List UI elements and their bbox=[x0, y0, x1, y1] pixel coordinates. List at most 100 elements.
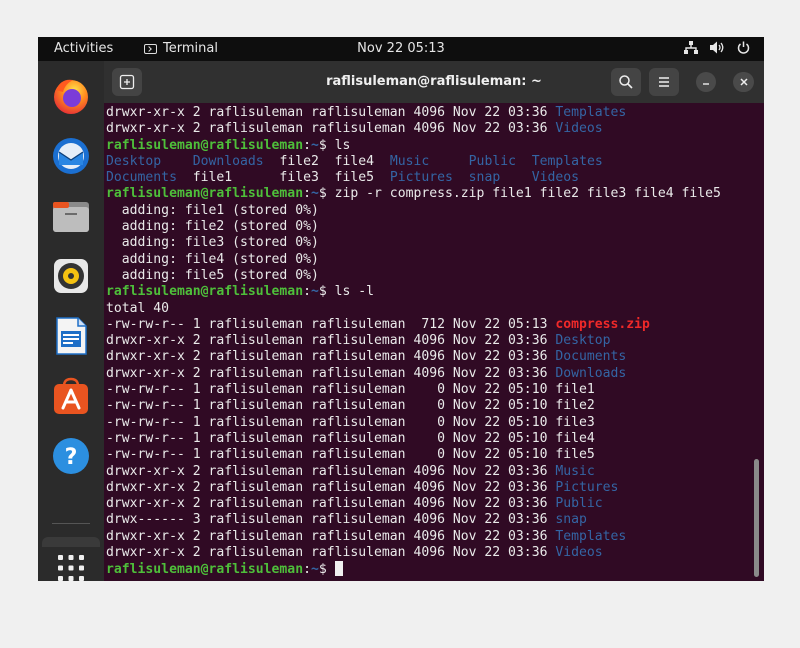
dock-help[interactable]: ? bbox=[50, 435, 92, 477]
terminal-text: : bbox=[303, 284, 311, 300]
terminal-icon bbox=[144, 43, 157, 54]
window-titlebar[interactable]: raflisuleman@raflisuleman: ~ bbox=[104, 61, 764, 103]
dock-thunderbird[interactable] bbox=[50, 135, 92, 177]
libreoffice-writer-icon bbox=[56, 317, 87, 355]
terminal-text: $ bbox=[318, 562, 335, 578]
prompt-path: ~ bbox=[310, 137, 319, 153]
dock-app-center[interactable] bbox=[50, 375, 92, 417]
files-icon bbox=[53, 202, 89, 232]
terminal-line: raflisuleman@raflisuleman:~$ bbox=[106, 561, 746, 577]
minimize-button[interactable] bbox=[696, 72, 716, 92]
terminal-line: -rw-rw-r-- 1 raflisuleman raflisuleman 7… bbox=[106, 317, 746, 333]
help-icon: ? bbox=[53, 438, 89, 474]
prompt-path: ~ bbox=[310, 186, 319, 202]
terminal-line: raflisuleman@raflisuleman:~$ zip -r comp… bbox=[106, 186, 746, 202]
power-icon bbox=[737, 41, 750, 54]
directory-name: Desktop bbox=[106, 153, 162, 169]
app-center-icon bbox=[54, 377, 88, 414]
terminal-text: -rw-rw-r-- 1 raflisuleman raflisuleman 0… bbox=[106, 414, 595, 430]
terminal-text: adding: file2 (stored 0%) bbox=[106, 219, 319, 235]
text-cursor bbox=[334, 561, 343, 577]
terminal-text: drwxr-xr-x 2 raflisuleman raflisuleman 4… bbox=[106, 528, 556, 544]
terminal-line: adding: file3 (stored 0%) bbox=[106, 235, 746, 251]
terminal-line: drwxr-xr-x 2 raflisuleman raflisuleman 4… bbox=[106, 480, 746, 496]
dock-separator bbox=[52, 523, 90, 524]
thunderbird-icon bbox=[53, 138, 89, 174]
terminal-text: drwxr-xr-x 2 raflisuleman raflisuleman 4… bbox=[106, 545, 556, 561]
terminal-text: $ ls bbox=[318, 137, 351, 153]
dock-rhythmbox[interactable] bbox=[50, 255, 92, 297]
directory-name: Desktop bbox=[555, 333, 611, 349]
search-button[interactable] bbox=[611, 68, 641, 96]
close-button[interactable] bbox=[734, 72, 754, 92]
prompt-user: raflisuleman@raflisuleman bbox=[106, 284, 304, 300]
clock[interactable]: Nov 22 05:13 bbox=[357, 41, 445, 56]
terminal-line: drwxr-xr-x 2 raflisuleman raflisuleman 4… bbox=[106, 333, 746, 349]
terminal-line: -rw-rw-r-- 1 raflisuleman raflisuleman 0… bbox=[106, 382, 746, 398]
dock-writer[interactable] bbox=[50, 315, 92, 357]
terminal-text: $ ls -l bbox=[318, 284, 375, 300]
terminal-text: $ zip -r compress.zip file1 file2 file3 … bbox=[318, 186, 721, 202]
network-icon bbox=[684, 41, 698, 54]
archive-name: compress.zip bbox=[555, 316, 650, 332]
dock-firefox[interactable] bbox=[50, 75, 92, 117]
new-tab-button[interactable] bbox=[112, 68, 142, 96]
directory-name: Videos bbox=[555, 545, 603, 561]
terminal-text: drwxr-xr-x 2 raflisuleman raflisuleman 4… bbox=[106, 463, 556, 479]
terminal-scrollbar[interactable] bbox=[754, 459, 759, 577]
terminal-line: drwxr-xr-x 2 raflisuleman raflisuleman 4… bbox=[106, 366, 746, 382]
terminal-text: -rw-rw-r-- 1 raflisuleman raflisuleman 0… bbox=[106, 382, 595, 398]
dock-files[interactable] bbox=[50, 195, 92, 237]
terminal-line: -rw-rw-r-- 1 raflisuleman raflisuleman 0… bbox=[106, 415, 746, 431]
terminal-line: Desktop Downloads file2 file4 Music Publ… bbox=[106, 154, 746, 170]
search-icon bbox=[619, 75, 633, 89]
terminal-text: drwxr-xr-x 2 raflisuleman raflisuleman 4… bbox=[106, 496, 556, 512]
directory-name: snap bbox=[468, 170, 501, 186]
terminal-line: adding: file4 (stored 0%) bbox=[106, 252, 746, 268]
directory-name: Videos bbox=[555, 121, 603, 137]
new-tab-icon bbox=[119, 74, 135, 90]
terminal-text: -rw-rw-r-- 1 raflisuleman raflisuleman 0… bbox=[106, 447, 595, 463]
terminal-text: drwxr-xr-x 2 raflisuleman raflisuleman 4… bbox=[106, 105, 556, 120]
app-menu[interactable]: Terminal bbox=[144, 41, 218, 56]
dock-hover-highlight bbox=[42, 537, 100, 547]
terminal-text: file1 file3 file5 bbox=[176, 170, 390, 186]
terminal-text: : bbox=[303, 186, 311, 202]
directory-name: Pictures bbox=[389, 170, 453, 186]
directory-name: Pictures bbox=[555, 479, 619, 495]
directory-name: snap bbox=[555, 512, 587, 528]
terminal-line: drwxr-xr-x 2 raflisuleman raflisuleman 4… bbox=[106, 464, 746, 480]
terminal-text: drwxr-xr-x 2 raflisuleman raflisuleman 4… bbox=[106, 333, 556, 349]
terminal-line: adding: file1 (stored 0%) bbox=[106, 203, 746, 219]
terminal-line: drwxr-xr-x 2 raflisuleman raflisuleman 4… bbox=[106, 105, 746, 121]
terminal-text: drwxr-xr-x 2 raflisuleman raflisuleman 4… bbox=[106, 121, 556, 137]
terminal-line: drwx------ 3 raflisuleman raflisuleman 4… bbox=[106, 512, 746, 528]
svg-text:?: ? bbox=[65, 445, 78, 470]
terminal-line: drwxr-xr-x 2 raflisuleman raflisuleman 4… bbox=[106, 496, 746, 512]
terminal-window: raflisuleman@raflisuleman: ~ drwxr-xr-x … bbox=[104, 61, 764, 581]
close-icon bbox=[740, 78, 748, 86]
terminal-line: Documents file1 file3 file5 Pictures sna… bbox=[106, 170, 746, 186]
terminal-output[interactable]: drwxr-xr-x 2 raflisuleman raflisuleman 4… bbox=[106, 105, 746, 579]
window-title: raflisuleman@raflisuleman: ~ bbox=[326, 74, 542, 89]
prompt-path: ~ bbox=[310, 284, 319, 300]
system-tray[interactable] bbox=[684, 41, 750, 54]
rhythmbox-icon bbox=[54, 259, 88, 293]
desktop: Activities Terminal Nov 22 05:13 ? rafli… bbox=[38, 37, 764, 581]
dock-show-apps[interactable] bbox=[50, 547, 92, 581]
menu-button[interactable] bbox=[649, 68, 679, 96]
terminal-line: -rw-rw-r-- 1 raflisuleman raflisuleman 0… bbox=[106, 431, 746, 447]
activities-button[interactable]: Activities bbox=[54, 41, 113, 56]
terminal-line: -rw-rw-r-- 1 raflisuleman raflisuleman 0… bbox=[106, 447, 746, 463]
directory-name: Music bbox=[555, 463, 595, 479]
terminal-line: drwxr-xr-x 2 raflisuleman raflisuleman 4… bbox=[106, 529, 746, 545]
firefox-icon bbox=[54, 79, 88, 114]
terminal-text: adding: file4 (stored 0%) bbox=[106, 251, 319, 267]
directory-name: Downloads bbox=[555, 365, 627, 381]
terminal-text: : bbox=[303, 137, 311, 153]
terminal-text: total 40 bbox=[106, 300, 170, 316]
terminal-line: -rw-rw-r-- 1 raflisuleman raflisuleman 0… bbox=[106, 398, 746, 414]
terminal-text: adding: file1 (stored 0%) bbox=[106, 202, 319, 218]
